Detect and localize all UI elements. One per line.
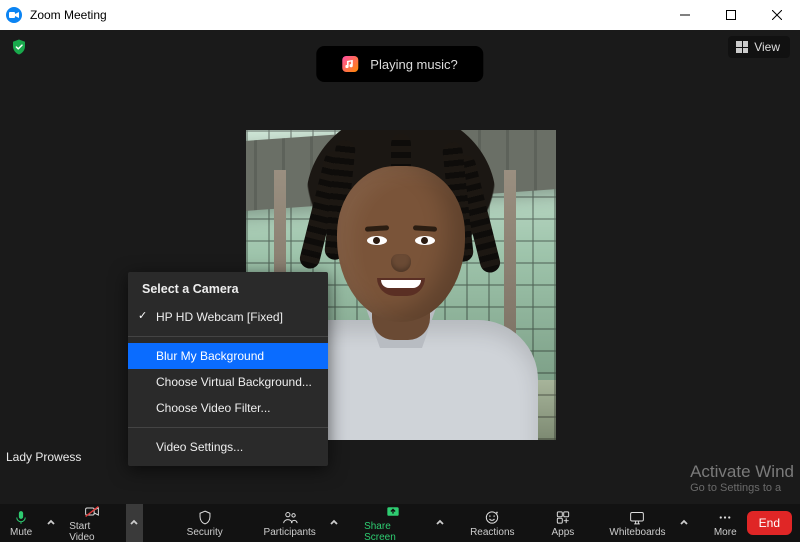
participant-name-label: Lady Prowess <box>2 448 85 466</box>
end-label: End <box>759 516 780 530</box>
participants-icon <box>281 509 299 526</box>
camera-off-icon <box>83 503 101 520</box>
menu-separator <box>128 336 328 337</box>
windows-activation-watermark: Activate Wind Go to Settings to a <box>690 462 794 494</box>
shield-icon <box>196 509 214 526</box>
meeting-toolbar: Mute Start Video Security Participants <box>0 504 800 542</box>
whiteboard-icon <box>628 509 646 526</box>
apps-icon <box>554 509 572 526</box>
view-button[interactable]: View <box>728 36 790 58</box>
playing-music-prompt[interactable]: Playing music? <box>316 46 483 82</box>
meeting-stage: View Playing music? <box>0 30 800 504</box>
whiteboards-label: Whiteboards <box>609 527 665 538</box>
menu-header: Select a Camera <box>128 282 328 304</box>
titlebar: Zoom Meeting <box>0 0 800 30</box>
start-video-label: Start Video <box>69 521 116 542</box>
apps-label: Apps <box>552 527 575 538</box>
video-options-caret[interactable] <box>126 504 143 542</box>
share-screen-label: Share Screen <box>364 521 422 542</box>
encryption-shield-icon[interactable] <box>10 38 28 56</box>
participants-button[interactable]: Participants <box>254 504 326 542</box>
share-screen-button[interactable]: Share Screen <box>354 504 432 542</box>
mute-button[interactable]: Mute <box>0 504 42 542</box>
grid-icon <box>736 41 748 53</box>
window-title: Zoom Meeting <box>30 8 107 22</box>
whiteboards-options-caret[interactable] <box>676 504 693 542</box>
apps-button[interactable]: Apps <box>542 504 585 542</box>
whiteboards-button[interactable]: Whiteboards <box>599 504 675 542</box>
participants-options-caret[interactable] <box>326 504 343 542</box>
app-window: Zoom Meeting View Playing music? <box>0 0 800 542</box>
smiley-icon <box>483 509 501 526</box>
window-minimize-button[interactable] <box>662 0 708 30</box>
menu-video-settings[interactable]: Video Settings... <box>128 434 328 460</box>
end-button[interactable]: End <box>747 511 792 535</box>
mute-label: Mute <box>10 527 32 538</box>
music-note-icon <box>342 56 358 72</box>
security-button[interactable]: Security <box>177 504 233 542</box>
watermark-line2: Go to Settings to a <box>690 482 794 494</box>
start-video-button[interactable]: Start Video <box>59 504 126 542</box>
reactions-button[interactable]: Reactions <box>460 504 524 542</box>
more-button[interactable]: More <box>704 504 747 542</box>
share-options-caret[interactable] <box>432 504 449 542</box>
more-icon <box>716 509 734 526</box>
music-prompt-text: Playing music? <box>370 57 457 72</box>
window-close-button[interactable] <box>754 0 800 30</box>
view-label: View <box>754 40 780 54</box>
watermark-line1: Activate Wind <box>690 462 794 482</box>
menu-video-filter[interactable]: Choose Video Filter... <box>128 395 328 421</box>
security-label: Security <box>187 527 223 538</box>
menu-virtual-background[interactable]: Choose Virtual Background... <box>128 369 328 395</box>
share-screen-icon <box>384 503 402 520</box>
window-maximize-button[interactable] <box>708 0 754 30</box>
microphone-icon <box>12 509 30 526</box>
menu-separator <box>128 427 328 428</box>
menu-camera-option[interactable]: HP HD Webcam [Fixed] <box>128 304 328 330</box>
more-label: More <box>714 527 737 538</box>
participants-label: Participants <box>264 527 316 538</box>
mute-options-caret[interactable] <box>42 504 59 542</box>
reactions-label: Reactions <box>470 527 514 538</box>
menu-blur-background[interactable]: Blur My Background <box>128 343 328 369</box>
video-options-menu: Select a Camera HP HD Webcam [Fixed] Blu… <box>128 272 328 466</box>
zoom-app-icon <box>6 7 22 23</box>
